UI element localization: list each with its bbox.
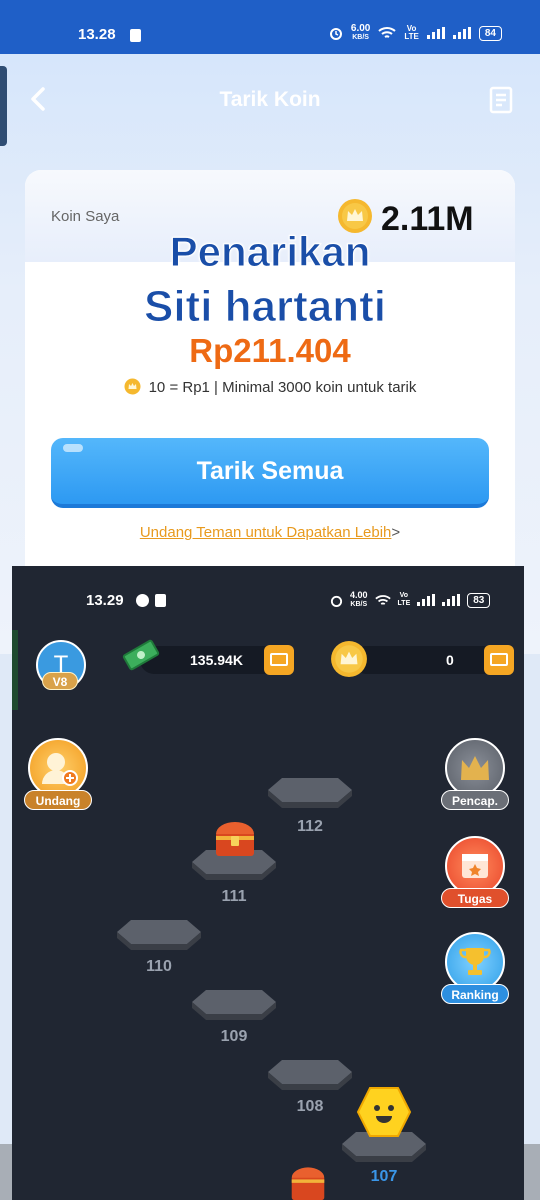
wifi-icon-2 xyxy=(374,594,391,605)
task-button[interactable]: Tugas xyxy=(441,836,509,908)
background-strip-left xyxy=(0,1144,12,1200)
achievement-label: Pencap. xyxy=(441,790,509,810)
page-title: Tarik Koin xyxy=(219,88,321,111)
wallet-icon xyxy=(270,653,288,666)
overlay-text-name: Siti hartanti xyxy=(143,282,387,332)
calendar-task-icon xyxy=(445,836,505,896)
withdraw-all-label: Tarik Semua xyxy=(196,456,344,485)
edge-handle-2 xyxy=(12,630,18,710)
invite-arrow: > xyxy=(391,524,401,541)
level-platform-108[interactable] xyxy=(266,1058,354,1092)
cash-wallet-button[interactable] xyxy=(264,645,294,675)
overlay-text-title: Penarikan xyxy=(169,228,371,276)
invite-friends-link[interactable]: Undang Teman untuk Dapatkan Lebih> xyxy=(0,524,540,541)
cash-balance-value: 135.94K xyxy=(190,652,243,668)
ranking-label: Ranking xyxy=(441,984,509,1004)
alarm-icon xyxy=(329,28,342,40)
status-bar: 13.28 6.00 KB/S Vo LTE 84 xyxy=(0,0,540,54)
player-character-icon xyxy=(356,1087,412,1137)
battery-icon: 84 xyxy=(478,25,502,41)
battery-icon-2: 83 xyxy=(467,592,491,608)
trophy-icon xyxy=(445,932,505,992)
exchange-rate-text: 10 = Rp1 | Minimal 3000 koin untuk tarik xyxy=(148,379,417,396)
cash-bundle-icon xyxy=(122,639,160,671)
signal-icon-4 xyxy=(442,594,461,606)
alarm-icon-2 xyxy=(330,595,343,607)
my-coins-label: Koin Saya xyxy=(51,208,120,225)
coin-balance-pill xyxy=(352,646,498,674)
level-number-111: 111 xyxy=(221,888,247,905)
game-status-icons: 4.00 KB/S Vo LTE 83 xyxy=(330,590,491,609)
status-icons: 6.00 KB/S Vo LTE 84 xyxy=(329,24,502,42)
level-platform-109[interactable] xyxy=(190,988,278,1022)
network-speed: 6.00 KB/S xyxy=(350,23,371,42)
level-number-110: 110 xyxy=(146,958,172,975)
level-number-109: 109 xyxy=(220,1028,248,1045)
status-time: 13.28 xyxy=(78,26,116,43)
invite-button[interactable]: Undang xyxy=(24,738,92,810)
level-number-108: 108 xyxy=(296,1098,324,1115)
ranking-button[interactable]: Ranking xyxy=(441,932,509,1004)
withdraw-all-button[interactable]: Tarik Semua xyxy=(51,438,489,508)
messenger-icon xyxy=(136,594,149,607)
coin-balance-value-2: 0 xyxy=(446,652,454,668)
small-coin-icon xyxy=(124,378,141,395)
task-label: Tugas xyxy=(441,888,509,908)
coin-wallet-button[interactable] xyxy=(484,645,514,675)
level-platform-112[interactable] xyxy=(266,776,354,810)
background-strip-right xyxy=(524,1144,540,1200)
level-number-107: 107 xyxy=(370,1168,398,1185)
crown-coin-icon-2 xyxy=(331,641,367,677)
invite-user-icon xyxy=(28,738,88,798)
invite-label: Undang xyxy=(24,790,92,810)
button-shine xyxy=(63,444,83,452)
volte-indicator-2: Vo LTE xyxy=(397,592,411,607)
notification-icon xyxy=(130,29,141,42)
level-number-112: 112 xyxy=(297,818,323,835)
wifi-icon xyxy=(378,27,397,38)
treasure-chest-icon[interactable] xyxy=(212,818,258,860)
game-status-time: 13.29 xyxy=(86,592,124,609)
level-platform-110[interactable] xyxy=(115,918,203,952)
signal-icon xyxy=(426,27,445,39)
signal-icon-2 xyxy=(452,27,471,39)
crown-icon xyxy=(445,738,505,798)
history-list-icon[interactable] xyxy=(488,86,514,114)
network-speed-2: 4.00 KB/S xyxy=(350,590,368,609)
treasure-chest-icon-2[interactable] xyxy=(288,1164,328,1200)
wallet-icon-2 xyxy=(490,653,508,666)
vip-badge: V8 xyxy=(42,672,78,690)
volte-indicator: Vo LTE xyxy=(404,24,419,41)
signal-icon-3 xyxy=(417,594,436,606)
embedded-game-screenshot: 13.29 4.00 KB/S Vo LTE 83 T V8 135.94K 0 xyxy=(12,566,524,1200)
exchange-rate-row: 10 = Rp1 | Minimal 3000 koin untuk tarik xyxy=(0,378,540,396)
withdraw-amount: Rp211.404 xyxy=(189,332,351,369)
notification-icon-2 xyxy=(155,594,166,607)
achievement-button[interactable]: Pencap. xyxy=(441,738,509,810)
